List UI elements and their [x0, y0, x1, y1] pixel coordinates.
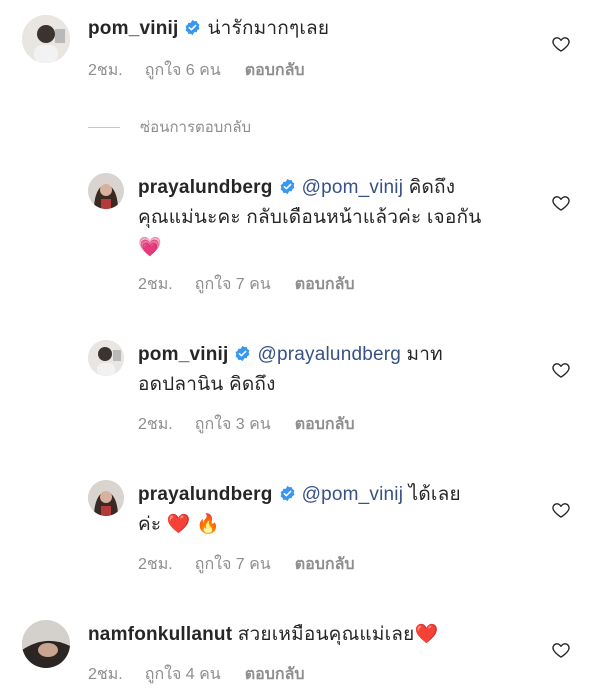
avatar[interactable]: [88, 173, 124, 209]
likes-count[interactable]: ถูกใจ 7 คน: [195, 552, 271, 577]
heart-fire-emoji-icon: ❤️ 🔥: [166, 514, 221, 535]
comment-meta: 2ชม. ถูกใจ 3 คน ตอบกลับ: [138, 412, 355, 437]
username[interactable]: pom_vinij: [88, 18, 178, 39]
mention-link[interactable]: @prayalundberg: [257, 344, 401, 365]
comment-text: pom_vinij @prayalundberg มาท อดปลานิน คิด…: [138, 340, 538, 400]
likes-count[interactable]: ถูกใจ 7 คน: [195, 272, 271, 297]
reply-button[interactable]: ตอบกลับ: [295, 412, 355, 437]
verified-badge-icon: [279, 178, 296, 195]
comment-body-line: ค่ะ: [138, 514, 162, 535]
likes-count[interactable]: ถูกใจ 4 คน: [145, 662, 221, 687]
timestamp: 2ชม.: [138, 276, 173, 293]
comment-meta: 2ชม. ถูกใจ 7 คน ตอบกลับ: [138, 272, 355, 297]
comment-text: namfonkullanut สวยเหมือนคุณแม่เลย❤️: [88, 620, 528, 650]
heart-outline-icon[interactable]: [551, 193, 571, 213]
heart-outline-icon[interactable]: [551, 640, 571, 660]
timestamp: 2ชม.: [138, 556, 173, 573]
comment-meta: 2ชม. ถูกใจ 4 คน ตอบกลับ: [88, 662, 305, 687]
reply-button[interactable]: ตอบกลับ: [295, 272, 355, 297]
comment-meta: 2ชม. ถูกใจ 7 คน ตอบกลับ: [138, 552, 355, 577]
heart-outline-icon[interactable]: [551, 34, 571, 54]
avatar[interactable]: [22, 620, 70, 668]
heart-outline-icon[interactable]: [551, 360, 571, 380]
verified-badge-icon: [279, 485, 296, 502]
timestamp: 2ชม.: [138, 416, 173, 433]
username[interactable]: namfonkullanut: [88, 624, 232, 645]
username[interactable]: pom_vinij: [138, 344, 228, 365]
comment-meta: 2ชม. ถูกใจ 6 คน ตอบกลับ: [88, 58, 305, 83]
heart-emoji-icon: ❤️: [414, 624, 439, 645]
username[interactable]: prayalundberg: [138, 177, 273, 198]
comment-text: prayalundberg @pom_vinij ได้เลย ค่ะ ❤️ 🔥: [138, 480, 538, 540]
reply-button[interactable]: ตอบกลับ: [295, 552, 355, 577]
avatar[interactable]: [88, 340, 124, 376]
comment-body: น่ารักมากๆเลย: [207, 18, 330, 39]
verified-badge-icon: [234, 345, 251, 362]
heart-outline-icon[interactable]: [551, 500, 571, 520]
timestamp: 2ชม.: [88, 62, 123, 79]
avatar[interactable]: [22, 15, 70, 63]
comment-body: ได้เลย: [408, 484, 461, 505]
avatar[interactable]: [88, 480, 124, 516]
comment-body: คิดถึง: [408, 177, 456, 198]
timestamp: 2ชม.: [88, 666, 123, 683]
comment-text: prayalundberg @pom_vinij คิดถึง คุณแม่นะค…: [138, 173, 538, 263]
likes-count[interactable]: ถูกใจ 3 คน: [195, 412, 271, 437]
comment-body-line: อดปลานิน คิดถึง: [138, 374, 276, 395]
comment-body: สวยเหมือนคุณแม่เลย: [237, 624, 415, 645]
heart-emoji-icon: 💗: [138, 237, 162, 258]
comment-body: มาท: [406, 344, 443, 365]
hide-replies-label: ซ่อนการตอบกลับ: [140, 119, 252, 136]
comment-body-line: คุณแม่นะคะ กลับเดือนหน้าแล้วค่ะ เจอกัน: [138, 207, 482, 228]
reply-button[interactable]: ตอบกลับ: [245, 662, 305, 687]
divider: [88, 126, 120, 128]
verified-badge-icon: [184, 19, 201, 36]
mention-link[interactable]: @pom_vinij: [302, 484, 404, 505]
likes-count[interactable]: ถูกใจ 6 คน: [145, 58, 221, 83]
comment-text: pom_vinij น่ารักมากๆเลย: [88, 14, 329, 44]
reply-button[interactable]: ตอบกลับ: [245, 58, 305, 83]
mention-link[interactable]: @pom_vinij: [302, 177, 404, 198]
hide-replies-toggle[interactable]: ซ่อนการตอบกลับ: [88, 117, 251, 137]
username[interactable]: prayalundberg: [138, 484, 273, 505]
